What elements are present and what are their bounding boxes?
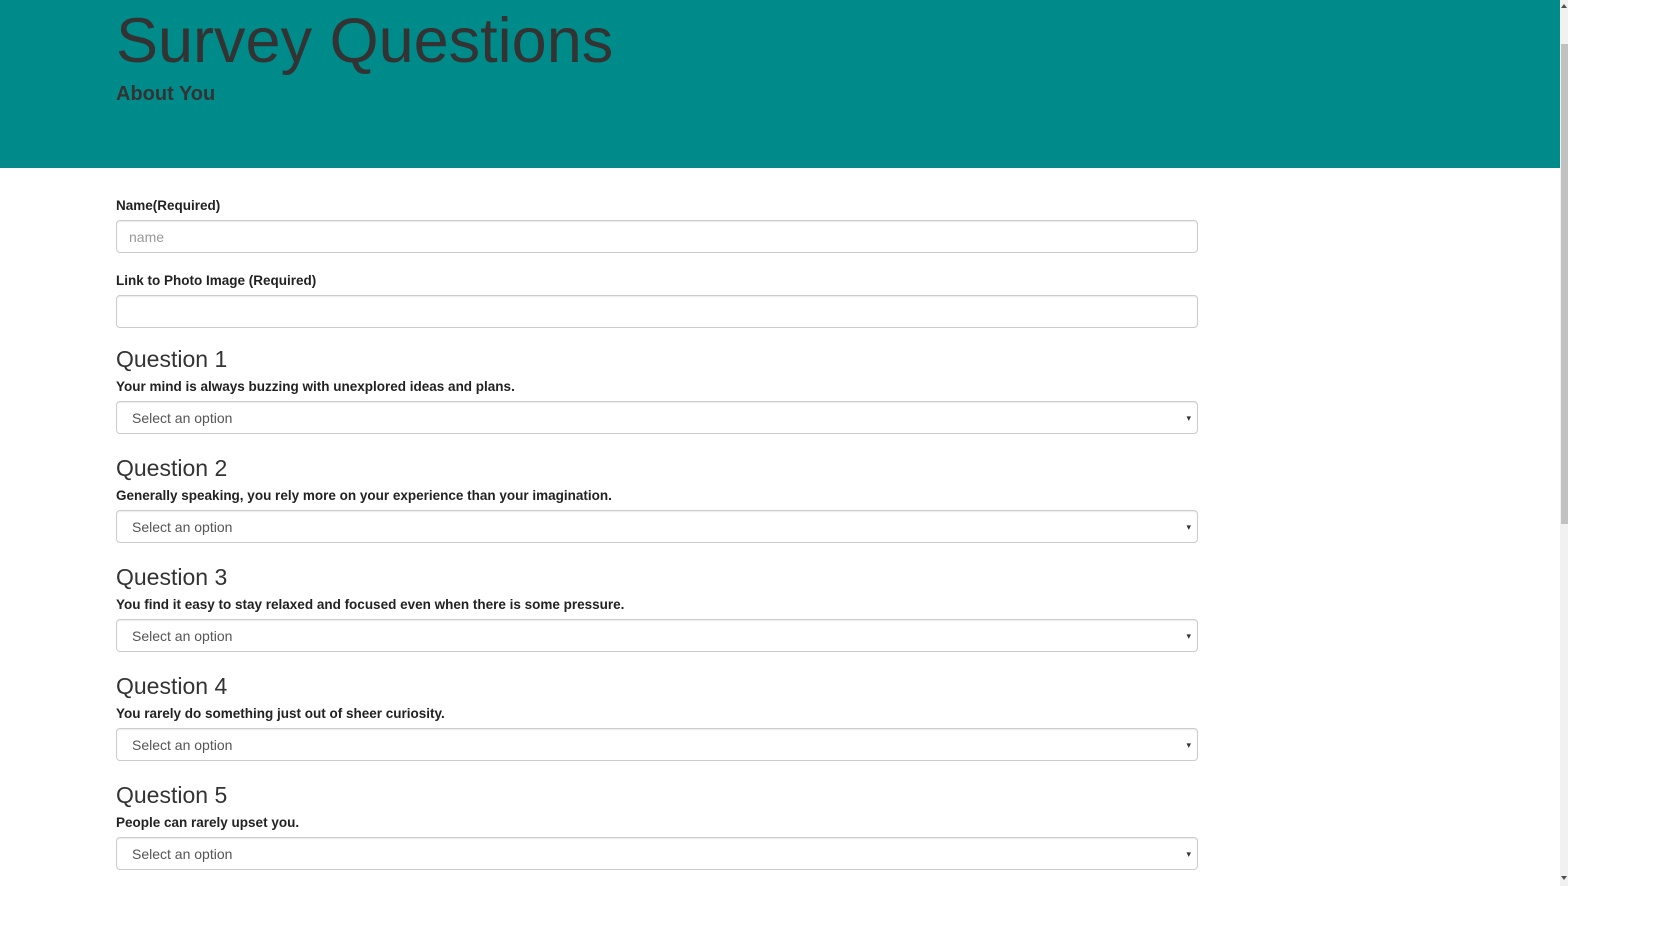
select-value: Select an option	[132, 846, 233, 862]
question-5-select[interactable]: Select an option ▾	[116, 837, 1198, 870]
select-value: Select an option	[132, 737, 233, 753]
chevron-down-icon: ▾	[1186, 740, 1191, 750]
bottom-blank-area	[0, 886, 1653, 934]
name-input[interactable]	[116, 220, 1198, 253]
question-3-select[interactable]: Select an option ▾	[116, 619, 1198, 652]
question-4: Question 4 You rarely do something just …	[116, 673, 1198, 782]
page-header: Survey Questions About You	[0, 0, 1560, 168]
select-value: Select an option	[132, 519, 233, 535]
chevron-down-icon: ▾	[1186, 522, 1191, 532]
chevron-down-icon: ▾	[1186, 849, 1191, 859]
question-text: Generally speaking, you rely more on you…	[116, 488, 612, 503]
name-label: Name(Required)	[116, 198, 221, 213]
question-5: Question 5 People can rarely upset you. …	[116, 782, 1198, 891]
vertical-scrollbar[interactable]	[1560, 0, 1568, 886]
page-subtitle: About You	[116, 83, 216, 105]
question-text: People can rarely upset you.	[116, 815, 300, 830]
scrollbar-thumb[interactable]	[1561, 44, 1568, 524]
chevron-down-icon: ▾	[1186, 631, 1191, 641]
scroll-down-arrow-icon[interactable]	[1560, 872, 1568, 884]
photo-link-input[interactable]	[116, 295, 1198, 328]
question-title: Question 1	[116, 346, 228, 372]
question-2-select[interactable]: Select an option ▾	[116, 510, 1198, 543]
question-2: Question 2 Generally speaking, you rely …	[116, 455, 1198, 564]
question-1: Question 1 Your mind is always buzzing w…	[116, 346, 1198, 455]
question-title: Question 3	[116, 564, 228, 590]
page-title: Survey Questions	[116, 6, 614, 76]
question-text: Your mind is always buzzing with unexplo…	[116, 379, 515, 394]
scroll-up-arrow-icon[interactable]	[1560, 0, 1568, 12]
photo-field-group: Link to Photo Image (Required)	[116, 271, 1198, 346]
question-title: Question 5	[116, 782, 228, 808]
select-value: Select an option	[132, 628, 233, 644]
chevron-down-icon: ▾	[1186, 413, 1191, 423]
survey-form: Name(Required) Link to Photo Image (Requ…	[116, 196, 1198, 891]
question-title: Question 4	[116, 673, 228, 699]
question-title: Question 2	[116, 455, 228, 481]
question-1-select[interactable]: Select an option ▾	[116, 401, 1198, 434]
question-text: You rarely do something just out of shee…	[116, 706, 445, 721]
question-4-select[interactable]: Select an option ▾	[116, 728, 1198, 761]
photo-link-label: Link to Photo Image (Required)	[116, 273, 317, 288]
select-value: Select an option	[132, 410, 233, 426]
page-viewport: Survey Questions About You Name(Required…	[0, 0, 1560, 934]
question-3: Question 3 You find it easy to stay rela…	[116, 564, 1198, 673]
question-text: You find it easy to stay relaxed and foc…	[116, 597, 625, 612]
name-field-group: Name(Required)	[116, 196, 1198, 271]
